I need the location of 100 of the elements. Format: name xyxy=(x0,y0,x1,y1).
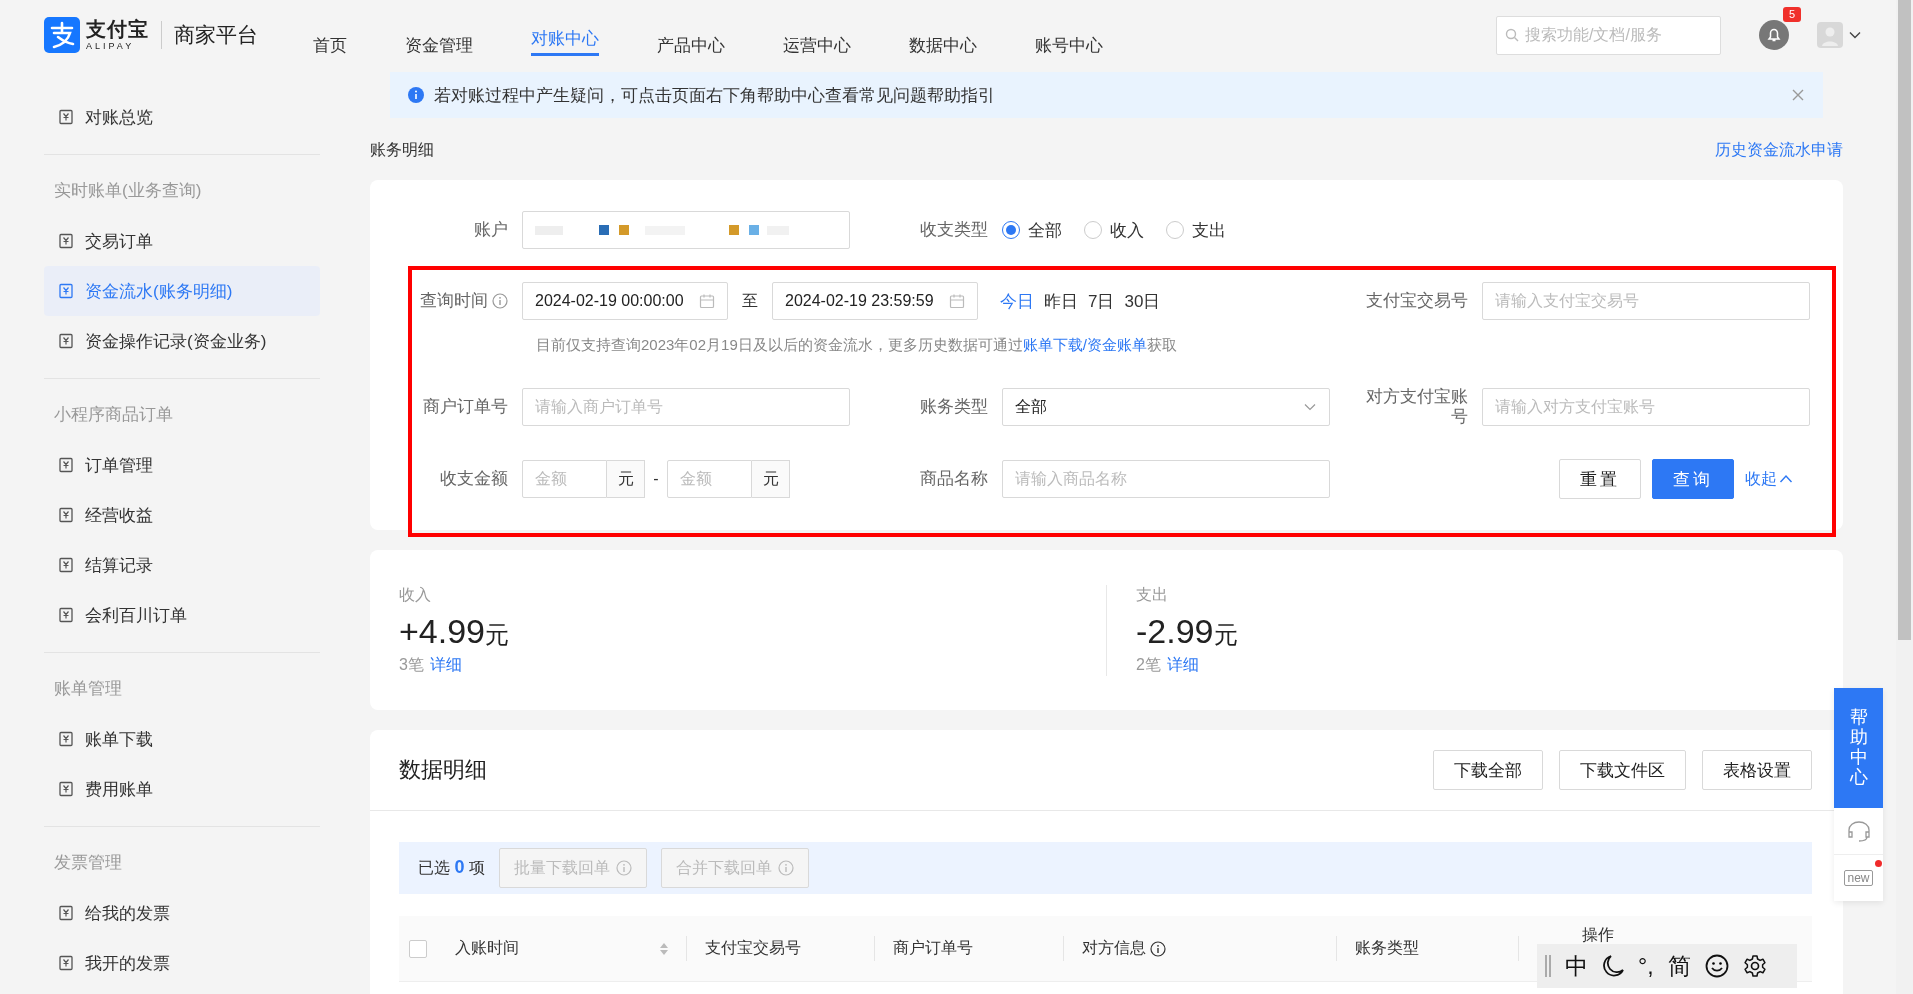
field-label: 收支金额 xyxy=(440,469,508,489)
date-field[interactable]: 2024-02-19 00:00:00 xyxy=(522,282,728,320)
headset-icon[interactable] xyxy=(1845,820,1872,842)
sidebar-item[interactable]: 资金操作记录(资金业务) xyxy=(44,316,320,366)
nav-tab[interactable]: 资金管理 xyxy=(405,0,473,70)
nav-tab[interactable]: 产品中心 xyxy=(657,0,725,70)
notification-dot xyxy=(1874,860,1882,867)
close-icon[interactable] xyxy=(1791,88,1805,102)
column-header[interactable]: 账务类型 xyxy=(1337,916,1519,981)
drag-handle[interactable] xyxy=(1545,955,1551,977)
detail-link[interactable]: 详细 xyxy=(1166,655,1199,673)
nav-tab[interactable]: 数据中心 xyxy=(909,0,977,70)
query-button[interactable]: 查询 xyxy=(1652,459,1734,499)
toolbar-button[interactable]: 下载全部 xyxy=(1433,750,1543,790)
scrollbar-thumb[interactable] xyxy=(1898,0,1911,640)
sort-icon xyxy=(659,941,669,956)
new-features-button[interactable]: new xyxy=(1844,870,1873,886)
logo-text: 支付宝 xyxy=(86,19,149,39)
sidebar-item[interactable]: 交易订单 xyxy=(44,216,320,266)
date-shortcut-link[interactable]: 7日 xyxy=(1088,289,1115,313)
toolbar-button[interactable]: 表格设置 xyxy=(1702,750,1812,790)
amount-field[interactable]: 金额 xyxy=(522,460,607,498)
receipt-icon xyxy=(58,781,74,797)
search-field[interactable]: 搜索功能/文档/服务 xyxy=(1496,15,1721,55)
calendar-icon xyxy=(949,293,965,309)
radio-option[interactable]: 收入 xyxy=(1084,218,1144,242)
detail-link[interactable]: 详细 xyxy=(429,655,462,673)
radio-circle[interactable] xyxy=(1084,221,1102,239)
sidebar-item[interactable]: 结算记录 xyxy=(44,540,320,590)
hint-text: 目前仅支持查询2023年02月19日及以后的资金流水，更多历史数据可通过账单下载/资金账单获取 xyxy=(536,335,1178,355)
sidebar-item[interactable]: 经营收益 xyxy=(44,490,320,540)
collapse-link[interactable]: 收起 xyxy=(1745,468,1793,490)
field-label: 对方支付宝账号 xyxy=(1365,387,1468,427)
punctuation-toggle[interactable]: °, xyxy=(1638,954,1654,978)
input-field[interactable]: 请输入支付宝交易号 xyxy=(1482,282,1810,320)
banner-text: 若对账过程中产生疑问，可点击页面右下角帮助中心查看常见问题帮助指引 xyxy=(434,84,995,107)
calendar-icon xyxy=(699,293,715,309)
date-shortcut-link[interactable]: 30日 xyxy=(1124,289,1161,313)
nav-tab[interactable]: 首页 xyxy=(313,0,347,70)
range-separator: - xyxy=(652,470,660,488)
sidebar-item[interactable]: 我开的发票 xyxy=(44,938,320,988)
bill-download-link[interactable]: 账单下载/资金账单 xyxy=(1022,336,1147,353)
sidebar-item[interactable]: 对账总览 xyxy=(44,92,320,142)
history-link[interactable]: 历史资金流水申请 xyxy=(1715,139,1843,161)
reset-button[interactable]: 重置 xyxy=(1559,459,1641,499)
nav-tab[interactable]: 运营中心 xyxy=(783,0,851,70)
receipt-icon xyxy=(58,457,74,473)
nav-tab[interactable]: 对账中心 xyxy=(531,0,599,56)
sidebar-item[interactable]: 资金流水(账务明细) xyxy=(44,266,320,316)
sidebar-item[interactable]: 会利百川订单 xyxy=(44,590,320,640)
column-header[interactable]: 对方信息 xyxy=(1064,916,1337,981)
count-text: 3笔 xyxy=(399,655,424,673)
date-shortcut-link[interactable]: 昨日 xyxy=(1044,289,1078,313)
field-label: 账务类型 xyxy=(920,397,988,417)
input-field[interactable]: 请输入对方支付宝账号 xyxy=(1482,388,1810,426)
unit-label: 元 xyxy=(607,460,645,498)
moon-icon[interactable] xyxy=(1602,954,1624,978)
sidebar-item[interactable]: 费用账单 xyxy=(44,764,320,814)
settings-icon[interactable] xyxy=(1742,954,1767,978)
checkbox[interactable] xyxy=(409,939,427,958)
amount-value: -2.99元 xyxy=(1136,611,1239,651)
sidebar-section-title: 发票管理 xyxy=(53,852,123,874)
search-icon xyxy=(1505,27,1519,42)
help-center-button[interactable]: 帮助中心 xyxy=(1834,688,1883,808)
radio-circle[interactable] xyxy=(1002,221,1020,239)
input-field[interactable]: 请输入商户订单号 xyxy=(522,388,850,426)
account-menu[interactable] xyxy=(1817,22,1861,48)
script-toggle[interactable]: 简 xyxy=(1667,954,1691,978)
chevron-down-icon xyxy=(1849,29,1861,41)
sidebar-section-title: 账单管理 xyxy=(53,678,123,700)
sidebar-item[interactable]: 账单下载 xyxy=(44,714,320,764)
nav-tab[interactable]: 账号中心 xyxy=(1035,0,1103,70)
sidebar-section-title: 小程序商品订单 xyxy=(53,404,174,426)
range-separator: 至 xyxy=(742,290,758,311)
logo-subtext: ALIPAY xyxy=(86,42,136,51)
sidebar-item[interactable]: 给我的发票 xyxy=(44,888,320,938)
receipt-icon xyxy=(58,557,74,573)
selection-count: 已选 0 项 xyxy=(418,857,485,879)
notification-badge: 5 xyxy=(1783,7,1802,22)
notification-bell-icon xyxy=(1759,20,1789,50)
amount-field[interactable]: 金额 xyxy=(667,460,752,498)
column-header[interactable]: 支付宝交易号 xyxy=(687,916,875,981)
column-header[interactable]: 商户订单号 xyxy=(875,916,1064,981)
radio-option[interactable]: 支出 xyxy=(1166,218,1226,242)
sidebar-item[interactable]: 订单管理 xyxy=(44,440,320,490)
radio-circle[interactable] xyxy=(1166,221,1184,239)
field-label: 商户订单号 xyxy=(423,397,508,417)
account-select[interactable] xyxy=(522,211,850,249)
date-shortcut-link[interactable]: 今日 xyxy=(1000,289,1034,313)
date-field[interactable]: 2024-02-19 23:59:59 xyxy=(772,282,978,320)
smiley-icon[interactable] xyxy=(1704,954,1729,978)
input-mode-toggle[interactable]: 中 xyxy=(1565,954,1588,978)
summary-label: 支出 xyxy=(1136,584,1169,605)
bill-type-select[interactable]: 全部 xyxy=(1002,388,1330,426)
info-icon xyxy=(777,860,794,876)
input-field[interactable]: 请输入商品名称 xyxy=(1002,460,1330,498)
radio-option[interactable]: 全部 xyxy=(1002,218,1062,242)
column-header[interactable]: 入账时间 xyxy=(437,916,687,981)
toolbar-button[interactable]: 下载文件区 xyxy=(1559,750,1686,790)
info-icon xyxy=(615,860,632,876)
